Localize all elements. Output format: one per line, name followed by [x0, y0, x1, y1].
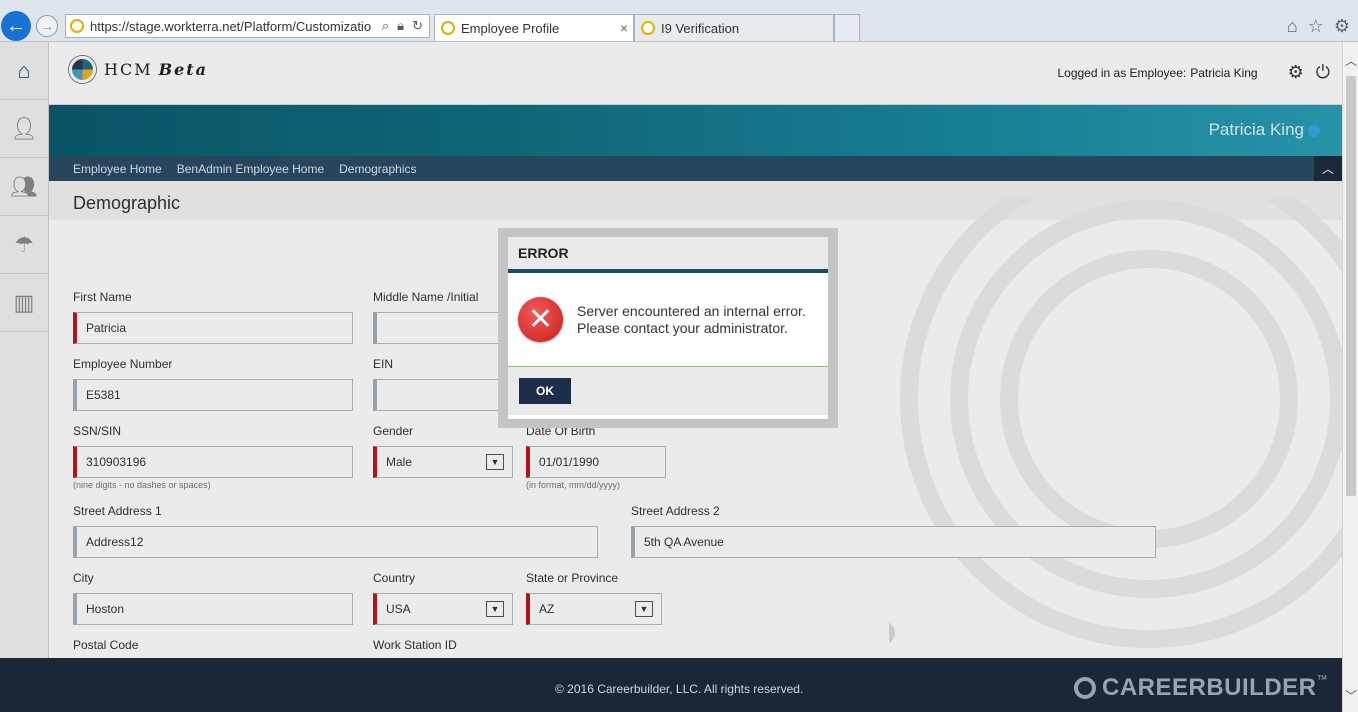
- brand-text: CAREERBUILDER: [1101, 674, 1317, 701]
- arrow-right-icon: →: [40, 18, 54, 34]
- browser-toolbar: ← → https://stage.workterra.net/Platform…: [0, 0, 1358, 42]
- scroll-up-icon[interactable]: ︿: [1345, 52, 1357, 69]
- star-icon[interactable]: ☆: [1308, 16, 1324, 37]
- search-icon[interactable]: ⌕: [382, 18, 389, 34]
- tab-close-icon[interactable]: ×: [615, 20, 633, 36]
- home-icon[interactable]: ⌂: [1287, 16, 1298, 37]
- forward-button[interactable]: →: [36, 15, 58, 37]
- tab-site-icon: [441, 21, 455, 35]
- page-footer: © 2016 Careerbuilder, LLC. All rights re…: [0, 658, 1342, 712]
- arrow-left-icon: ←: [6, 14, 26, 37]
- scroll-thumb[interactable]: [1346, 76, 1356, 496]
- tab-label: Employee Profile: [461, 20, 560, 36]
- tab-employee-profile[interactable]: Employee Profile ×: [434, 14, 634, 41]
- dialog-title: ERROR: [518, 245, 569, 261]
- error-dialog: ERROR ✕ Server encountered an internal e…: [508, 237, 828, 419]
- error-x-icon: ✕: [518, 297, 563, 342]
- copyright-text: © 2016 Careerbuilder, LLC. All rights re…: [555, 682, 804, 696]
- error-message: Server encountered an internal error. Pl…: [577, 303, 806, 337]
- careerbuilder-logo: CAREERBUILDER ™: [1073, 674, 1328, 702]
- tab-i9-verification[interactable]: I9 Verification: [634, 14, 834, 41]
- error-message-line-1: Server encountered an internal error.: [577, 302, 806, 319]
- url-text[interactable]: https://stage.workterra.net/Platform/Cus…: [90, 19, 376, 34]
- dialog-body: ✕ Server encountered an internal error. …: [508, 273, 828, 367]
- ok-button[interactable]: OK: [519, 378, 571, 404]
- error-message-line-2: Please contact your administrator.: [577, 319, 788, 336]
- dialog-footer: OK: [508, 367, 828, 415]
- careerbuilder-mark-icon: [1073, 677, 1096, 699]
- site-icon: [70, 19, 84, 33]
- tab-site-icon: [641, 21, 655, 35]
- tab-label: I9 Verification: [661, 20, 740, 36]
- back-button[interactable]: ←: [1, 11, 31, 41]
- new-tab-button[interactable]: [834, 14, 860, 41]
- vertical-scrollbar[interactable]: ︿ ﹀: [1342, 42, 1358, 712]
- error-dialog-frame: ERROR ✕ Server encountered an internal e…: [498, 228, 838, 428]
- refresh-icon[interactable]: ↻: [412, 18, 423, 34]
- scroll-down-icon[interactable]: ﹀: [1345, 687, 1357, 704]
- lock-icon[interactable]: 🔒︎: [397, 18, 404, 34]
- gear-icon[interactable]: ⚙: [1334, 16, 1350, 37]
- dialog-header: ERROR: [508, 237, 828, 273]
- brand-trademark: ™: [1316, 674, 1328, 686]
- address-bar[interactable]: https://stage.workterra.net/Platform/Cus…: [65, 14, 430, 38]
